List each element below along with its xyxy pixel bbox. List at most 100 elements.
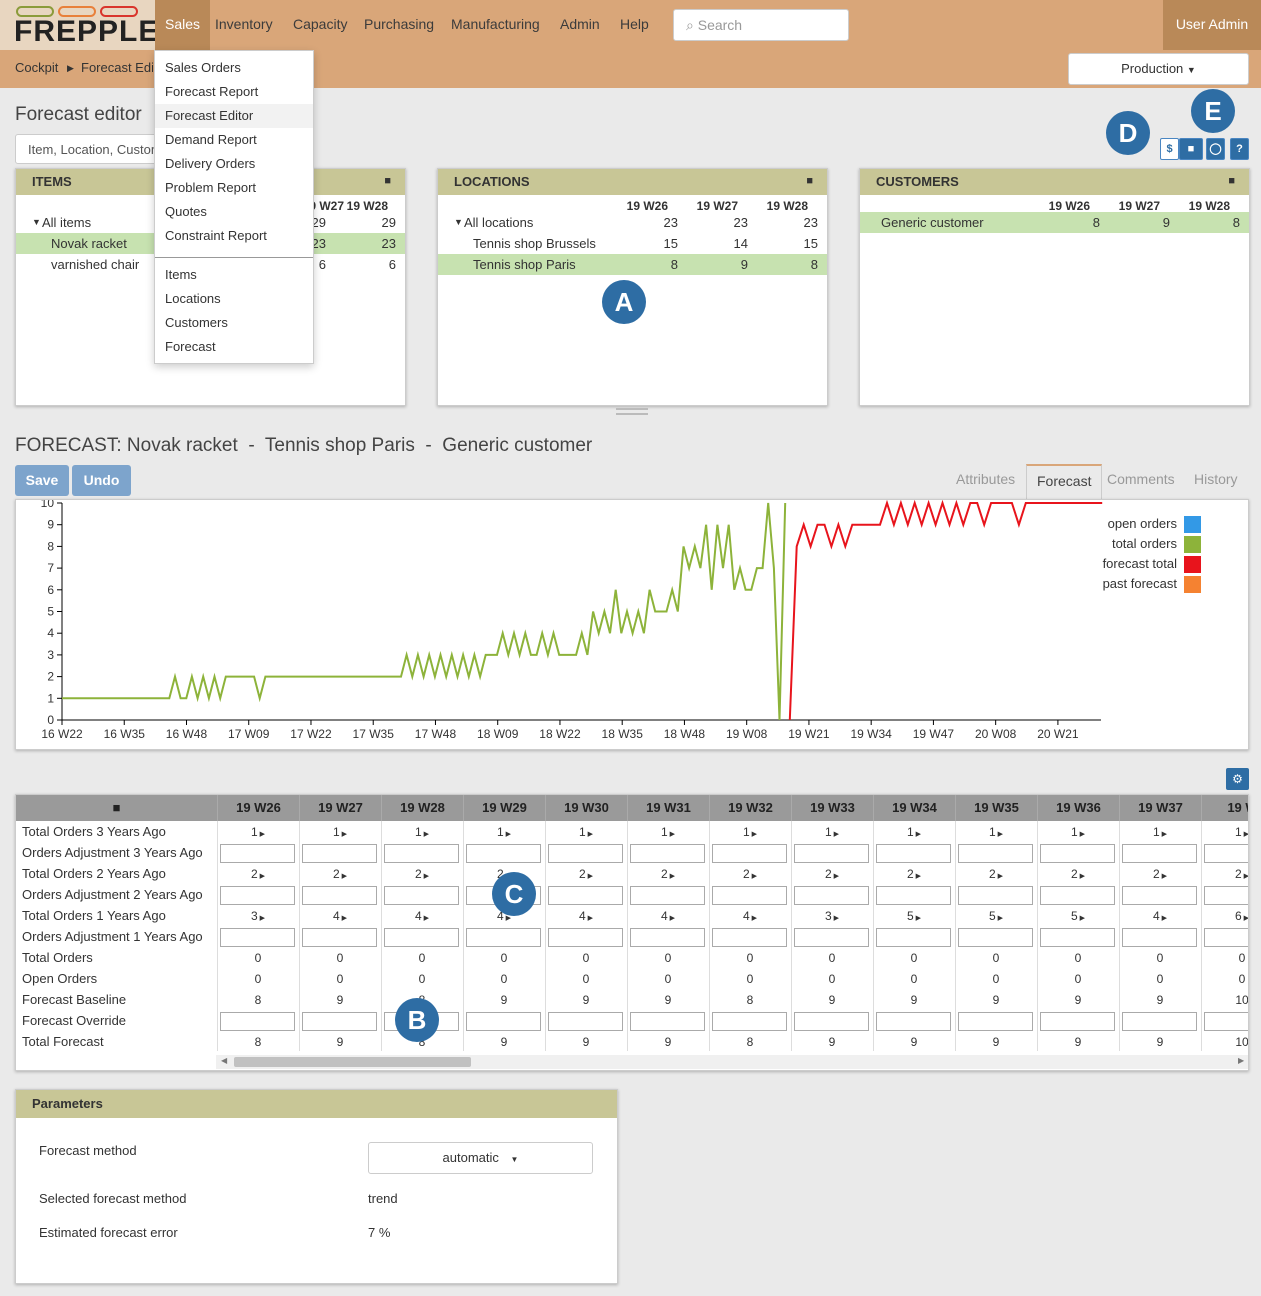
grid-value-cell[interactable]: 1 ▶	[1119, 825, 1201, 839]
grid-value-cell[interactable]: 1 ▶	[1037, 825, 1119, 839]
tab-history[interactable]: History	[1184, 464, 1248, 499]
truck-icon[interactable]: ■	[1179, 138, 1203, 160]
grid-input-cell[interactable]	[466, 1012, 541, 1031]
grid-value-cell[interactable]: 1 ▶	[217, 825, 299, 839]
expand-arrow-icon[interactable]: ▶	[1160, 915, 1167, 922]
expand-arrow-icon[interactable]: ▶	[1160, 831, 1167, 838]
expand-arrow-icon[interactable]: ▶	[750, 915, 757, 922]
grid-input-cell[interactable]	[794, 844, 869, 863]
grid-input-cell[interactable]	[220, 1012, 295, 1031]
grid-input-cell[interactable]	[220, 844, 295, 863]
grid-input-cell[interactable]	[958, 844, 1033, 863]
nav-admin[interactable]: Admin	[550, 0, 610, 50]
grid-value-cell[interactable]: 1 ▶	[873, 825, 955, 839]
menu-forecast-editor[interactable]: Forecast Editor	[155, 104, 313, 128]
expand-arrow-icon[interactable]: ▶	[586, 831, 593, 838]
scroll-right-icon[interactable]: ▶	[1238, 1056, 1244, 1065]
expand-arrow-icon[interactable]: ▶	[258, 873, 265, 880]
expand-arrow-icon[interactable]: ▶	[1242, 873, 1248, 880]
grid-value-cell[interactable]: 3 ▶	[217, 909, 299, 923]
expand-arrow-icon[interactable]: ▶	[1078, 915, 1085, 922]
expand-arrow-icon[interactable]: ▶	[668, 915, 675, 922]
grid-input-cell[interactable]	[1204, 928, 1248, 947]
expand-arrow-icon[interactable]: ▶	[1242, 915, 1248, 922]
nav-purchasing[interactable]: Purchasing	[354, 0, 444, 50]
expand-arrow-icon[interactable]: ▶	[422, 915, 429, 922]
nav-sales[interactable]: Sales	[155, 0, 211, 50]
grid-input-cell[interactable]	[1122, 1012, 1197, 1031]
expand-arrow-icon[interactable]: ▶	[340, 831, 347, 838]
nav-help[interactable]: Help	[610, 0, 659, 50]
clock-icon[interactable]: ◯	[1206, 138, 1225, 160]
grid-input-cell[interactable]	[466, 844, 541, 863]
expand-arrow-icon[interactable]: ▶	[586, 915, 593, 922]
breadcrumb-current[interactable]: Forecast Editor	[81, 60, 153, 75]
breadcrumb-cockpit[interactable]: Cockpit	[15, 60, 58, 75]
expand-arrow-icon[interactable]: ▶	[340, 915, 347, 922]
grid-value-cell[interactable]: 4 ▶	[709, 909, 791, 923]
grid-value-cell[interactable]: 2 ▶	[709, 867, 791, 881]
grid-value-cell[interactable]: 5 ▶	[955, 909, 1037, 923]
menu-forecast-report[interactable]: Forecast Report	[155, 80, 313, 104]
grid-input-cell[interactable]	[630, 844, 705, 863]
grid-input-cell[interactable]	[794, 1012, 869, 1031]
grid-input-cell[interactable]	[302, 1012, 377, 1031]
grid-value-cell[interactable]: 1 ▶	[791, 825, 873, 839]
expand-arrow-icon[interactable]: ▶	[832, 915, 839, 922]
grid-value-cell[interactable]: 5 ▶	[873, 909, 955, 923]
tab-comments[interactable]: Comments	[1097, 464, 1185, 499]
user-menu[interactable]: User Admin	[1163, 0, 1261, 50]
grid-value-cell[interactable]: 4 ▶	[545, 909, 627, 923]
grid-input-cell[interactable]	[1122, 886, 1197, 905]
grid-value-cell[interactable]: 2 ▶	[955, 867, 1037, 881]
expand-arrow-icon[interactable]: ▶	[832, 831, 839, 838]
grid-value-cell[interactable]: 1 ▶	[463, 825, 545, 839]
menu-locations[interactable]: Locations	[155, 287, 313, 311]
expand-arrow-icon[interactable]: ▶	[996, 915, 1003, 922]
menu-sales-orders[interactable]: Sales Orders	[155, 56, 313, 80]
expand-arrow-icon[interactable]: ▶	[832, 873, 839, 880]
expand-arrow-icon[interactable]: ▶	[914, 915, 921, 922]
grid-value-cell[interactable]: 2 ▶	[1037, 867, 1119, 881]
grid-value-cell[interactable]: 4 ▶	[627, 909, 709, 923]
grid-input-cell[interactable]	[1040, 928, 1115, 947]
menu-demand-report[interactable]: Demand Report	[155, 128, 313, 152]
tree-row-all-locations[interactable]: ▼ All locations 23 23 23	[438, 212, 827, 233]
expand-arrow-icon[interactable]: ▶	[1078, 873, 1085, 880]
grid-input-cell[interactable]	[876, 928, 951, 947]
tab-attributes[interactable]: Attributes	[946, 464, 1025, 499]
expand-arrow-icon[interactable]: ▶	[340, 873, 347, 880]
grid-value-cell[interactable]: 2 ▶	[791, 867, 873, 881]
grid-input-cell[interactable]	[958, 886, 1033, 905]
grid-input-cell[interactable]	[1122, 928, 1197, 947]
expand-arrow-icon[interactable]: ▶	[914, 831, 921, 838]
grid-input-cell[interactable]	[876, 1012, 951, 1031]
grid-value-cell[interactable]: 2 ▶	[545, 867, 627, 881]
expand-arrow-icon[interactable]: ▶	[996, 831, 1003, 838]
expand-arrow-icon[interactable]: ▶	[258, 831, 265, 838]
grid-input-cell[interactable]	[712, 844, 787, 863]
grid-input-cell[interactable]	[630, 1012, 705, 1031]
grid-input-cell[interactable]	[876, 844, 951, 863]
tree-row-brussels[interactable]: Tennis shop Brussels 15 14 15	[438, 233, 827, 254]
currency-button[interactable]: $	[1160, 138, 1179, 160]
grid-input-cell[interactable]	[794, 928, 869, 947]
grid-value-cell[interactable]: 6 ▶	[1201, 909, 1248, 923]
grid-input-cell[interactable]	[630, 928, 705, 947]
grid-input-cell[interactable]	[1204, 886, 1248, 905]
expand-arrow-icon[interactable]: ▶	[504, 831, 511, 838]
grid-value-cell[interactable]: 1 ▶	[545, 825, 627, 839]
grid-value-cell[interactable]: 1 ▶	[627, 825, 709, 839]
grid-input-cell[interactable]	[1040, 844, 1115, 863]
grid-value-cell[interactable]: 2 ▶	[381, 867, 463, 881]
scenario-select[interactable]: Production ▼	[1068, 53, 1249, 85]
nav-inventory[interactable]: Inventory	[205, 0, 283, 50]
resize-handle[interactable]	[616, 408, 648, 415]
menu-items[interactable]: Items	[155, 263, 313, 287]
wrench-icon[interactable]: ⚙	[1226, 768, 1249, 790]
save-button[interactable]: Save	[15, 465, 69, 496]
grid-input-cell[interactable]	[384, 886, 459, 905]
grid-value-cell[interactable]: 2 ▶	[627, 867, 709, 881]
search-input[interactable]: ⌕ Search	[673, 9, 849, 41]
grid-value-cell[interactable]: 4 ▶	[299, 909, 381, 923]
